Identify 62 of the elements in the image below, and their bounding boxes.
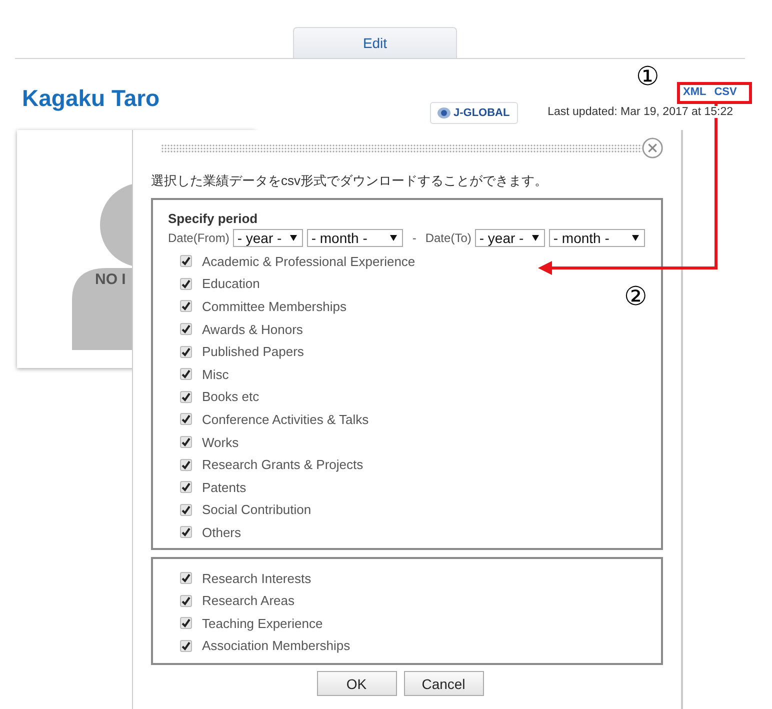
checkbox-label: Research Grants & Projects	[202, 457, 364, 472]
checkbox[interactable]	[180, 572, 192, 584]
cancel-button[interactable]: Cancel	[404, 671, 484, 696]
checkbox[interactable]	[180, 594, 192, 607]
last-updated: Last updated: Mar 19, 2017 at 15:22	[548, 106, 734, 118]
badge-text: J-GLOBAL	[453, 107, 510, 119]
checkbox-label: Academic & Professional Experience	[202, 254, 416, 269]
download-link[interactable]: CSV	[714, 86, 737, 98]
checkbox[interactable]	[180, 278, 192, 290]
checkbox-label: Research Areas	[202, 593, 294, 608]
checkbox-label: Research Interests	[202, 570, 312, 586]
globe-icon	[437, 107, 452, 119]
checkbox-label: Committee Memberships	[202, 298, 346, 314]
checkbox[interactable]	[180, 255, 192, 268]
profile-name: Kagaku Taro	[22, 85, 160, 112]
checkbox-label: Published Papers	[202, 344, 304, 360]
checkbox[interactable]	[180, 526, 192, 538]
checkbox[interactable]	[180, 346, 192, 358]
checkbox-label: Education	[202, 276, 260, 292]
checkbox[interactable]	[180, 436, 192, 448]
caret-icon	[532, 235, 540, 241]
date-separator: -	[412, 231, 416, 245]
checkbox-label: Misc	[202, 366, 229, 382]
caret-icon	[632, 235, 640, 241]
j-global-badge[interactable]: J-GLOBAL	[430, 102, 518, 124]
date-to-label: Date(To)	[425, 231, 472, 245]
checkbox[interactable]	[180, 504, 192, 516]
checkbox[interactable]	[180, 640, 192, 652]
edit-tab[interactable]: Edit	[293, 27, 457, 58]
date-select[interactable]: - year -	[233, 229, 304, 247]
date-select[interactable]: - year -	[475, 229, 546, 247]
caret-icon	[290, 235, 298, 241]
checkbox[interactable]	[180, 458, 192, 471]
caret-icon	[390, 235, 398, 241]
close-icon[interactable]	[642, 137, 663, 159]
period-title: Specify period	[168, 211, 259, 226]
drag-handle[interactable]	[161, 144, 642, 152]
checkbox-label: Others	[202, 524, 242, 540]
checkbox-label: Awards & Honors	[202, 322, 303, 337]
checkbox-label: Patents	[202, 480, 246, 495]
date-from-label: Date(From)	[168, 231, 230, 245]
checkbox-label: Conference Activities & Talks	[202, 412, 369, 427]
checkbox-label: Works	[202, 434, 239, 450]
checkbox[interactable]	[180, 390, 192, 403]
ok-button[interactable]: OK	[316, 671, 396, 696]
date-select[interactable]: - month -	[307, 229, 404, 247]
checkbox[interactable]	[180, 368, 192, 380]
checkbox-label: Social Contribution	[202, 502, 312, 518]
checkbox[interactable]	[180, 323, 192, 336]
checkbox-label: Teaching Experience	[202, 616, 323, 631]
date-select[interactable]: - month -	[549, 229, 646, 247]
step-number: ②	[624, 284, 648, 310]
checkbox-label: Association Memberships	[202, 638, 350, 654]
checkbox-label: Books etc	[202, 389, 260, 404]
dialog-message: 選択した業績データをcsv形式でダウンロードすることができます。	[151, 172, 548, 190]
step-number: ①	[636, 64, 660, 90]
checkbox[interactable]	[180, 481, 192, 494]
checkbox[interactable]	[180, 413, 192, 426]
download-link[interactable]: XML	[683, 86, 706, 98]
checkbox[interactable]	[180, 617, 192, 630]
no-image-text: NO I	[95, 271, 126, 288]
checkbox[interactable]	[180, 300, 192, 312]
